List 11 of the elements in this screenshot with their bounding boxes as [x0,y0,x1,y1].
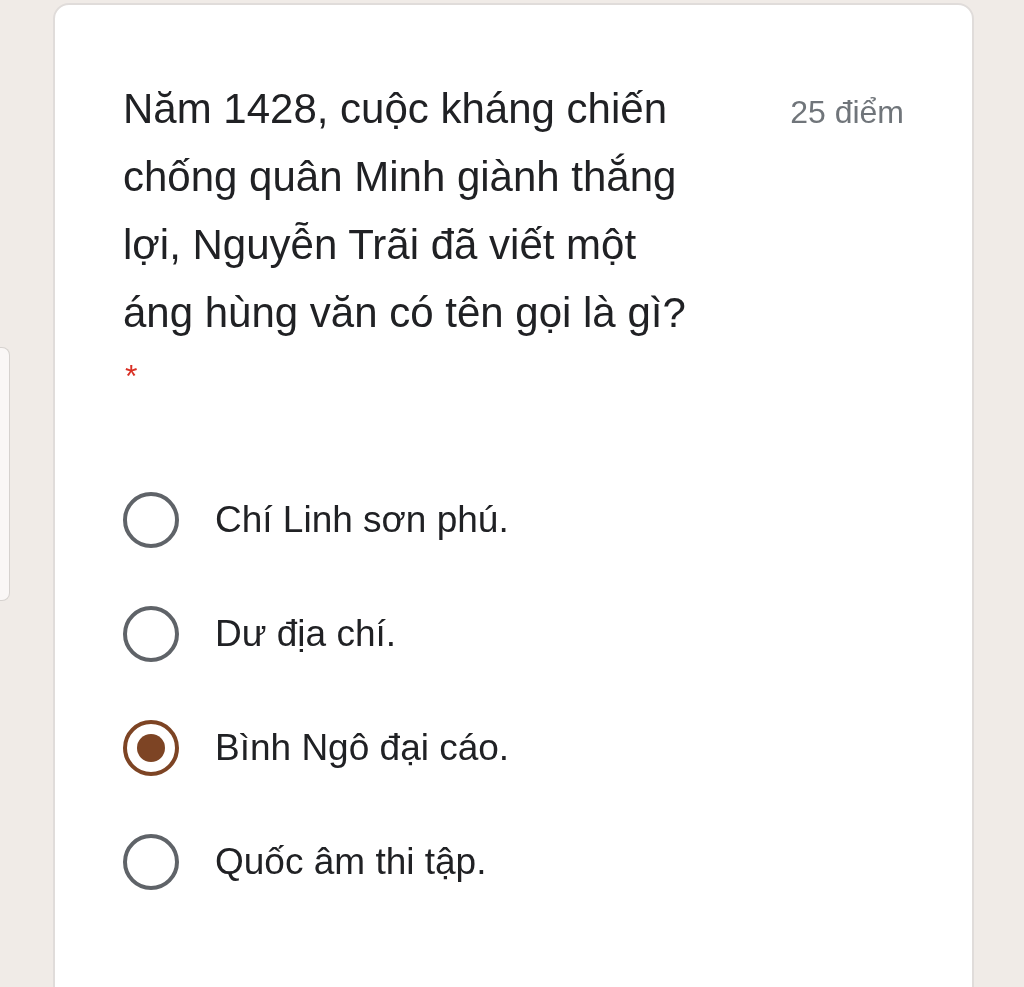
question-text: Năm 1428, cuộc kháng chiến chống quân Minh giành thắng lợi, Nguyễn Trãi đã viết một áng hùng văn có tên gọi là gì? [123,84,687,338]
option-label[interactable]: Bình Ngô đại cáo. [215,726,510,770]
required-asterisk: * [125,359,138,393]
option-label[interactable]: Chí Linh sơn phú. [215,498,509,542]
option-label[interactable]: Dư địa chí. [215,612,397,656]
radio-button[interactable] [123,492,179,548]
radio-button[interactable] [123,720,179,776]
radio-button[interactable] [123,606,179,662]
points-label: 25 điểm [790,94,904,130]
radio-button[interactable] [123,834,179,890]
option-label[interactable]: Quốc âm thi tập. [215,840,487,884]
